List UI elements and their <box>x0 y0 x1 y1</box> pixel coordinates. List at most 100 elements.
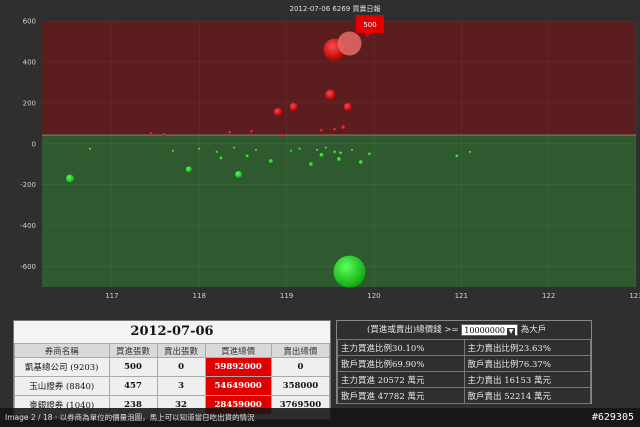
y-tick-label: -200 <box>20 181 36 189</box>
summary-cell: 主力賣出 16153 萬元 <box>463 371 591 388</box>
x-tick-label: 120 <box>367 292 380 300</box>
y-tick-label: -600 <box>20 263 36 271</box>
col-header-buy-total: 買進總價 <box>204 343 272 358</box>
sell-bubble[interactable] <box>358 160 363 165</box>
sell-bubble[interactable] <box>219 156 223 160</box>
y-tick-label: 600 <box>23 18 36 26</box>
x-tick-label: 117 <box>105 292 118 300</box>
x-axis: 117 118 119 120 121 122 123 <box>105 292 640 300</box>
chart-svg: 2012-07-06 6269 買賣日報 600 400 200 0 -200 -400 -… <box>20 4 640 300</box>
x-tick-label: 118 <box>193 292 206 300</box>
y-tick-label: 0 <box>32 140 36 148</box>
buy-bubble[interactable] <box>341 125 346 130</box>
broker-table-header: 券商名稱 買進張數 賣出張數 買進總價 賣出總價 <box>14 343 330 358</box>
y-axis: 600 400 200 0 -200 -400 -600 <box>20 18 36 272</box>
buy-bubble[interactable] <box>149 132 153 136</box>
sell-bubble[interactable] <box>289 149 293 153</box>
x-tick-label: 122 <box>542 292 555 300</box>
buy-bubble[interactable] <box>162 133 166 137</box>
buy-qty: 500 <box>108 357 158 377</box>
col-header-sell-total: 賣出總價 <box>270 343 330 358</box>
broker-table-panel: 2012-07-06 券商名稱 買進張數 賣出張數 買進總價 賣出總價 凱基總公… <box>13 320 331 420</box>
buy-bubble[interactable] <box>320 128 324 132</box>
buy-total: 54649000 <box>204 376 272 396</box>
buy-bubble[interactable] <box>250 129 254 133</box>
buy-bubble[interactable] <box>337 31 362 56</box>
broker-name: 玉山證券 (8840) <box>14 376 110 396</box>
sell-bubble[interactable] <box>298 147 301 151</box>
chevron-down-icon: ▼ <box>507 327 516 336</box>
threshold-prefix: (買進或賣出)總價錢 >= <box>367 325 459 335</box>
summary-cell: 散戶賣出 52214 萬元 <box>463 387 591 404</box>
sell-qty: 3 <box>156 376 206 396</box>
sell-bubble[interactable] <box>88 147 92 151</box>
buy-total: 59892000 <box>204 357 272 377</box>
summary-cell: 散戶買進比例69.90% <box>337 355 465 372</box>
sell-bubble[interactable] <box>333 150 337 154</box>
image-caption: Image 2 / 18 · 以券商為單位的價量泡圖，馬上可以知道當日吃出貨的情… <box>5 413 255 422</box>
sell-bubble[interactable] <box>245 154 249 158</box>
tooltip-value: 500 <box>363 21 376 29</box>
y-tick-label: 400 <box>23 58 36 66</box>
buy-bubble[interactable] <box>228 131 232 135</box>
sell-bubble[interactable] <box>319 153 324 158</box>
broker-table-date: 2012-07-06 <box>14 321 330 343</box>
sell-bubble[interactable] <box>65 174 74 183</box>
threshold-suffix: 為大戶 <box>520 325 547 335</box>
buy-bubble[interactable] <box>343 102 352 111</box>
sell-qty: 0 <box>156 357 206 377</box>
summary-cell: 散戶買進 47782 萬元 <box>337 387 465 404</box>
sell-bubble[interactable] <box>339 151 343 155</box>
sell-total: 0 <box>270 357 330 377</box>
sell-bubble[interactable] <box>468 150 472 154</box>
threshold-select[interactable]: 10000000 ▼ <box>461 323 519 336</box>
sell-bubble[interactable] <box>171 149 175 153</box>
summary-cell: 主力買進 20572 萬元 <box>337 371 465 388</box>
x-tick-label: 121 <box>455 292 468 300</box>
summary-header: (買進或賣出)總價錢 >= 10000000 ▼ 為大戶 <box>337 321 591 339</box>
threshold-value: 10000000 <box>464 325 506 335</box>
summary-row: 主力買進比例30.10% 主力賣出比例23.63% <box>337 339 591 356</box>
sell-bubble[interactable] <box>232 146 236 150</box>
buy-bubble[interactable] <box>273 108 282 117</box>
buy-bubble[interactable] <box>333 127 337 131</box>
col-header-buy-qty: 買進張數 <box>108 343 158 358</box>
sell-bubble[interactable] <box>368 152 372 156</box>
summary-table: 主力買進比例30.10% 主力賣出比例23.63% 散戶買進比例69.90% 散… <box>337 339 591 404</box>
buy-qty: 457 <box>108 376 158 396</box>
summary-panel: (買進或賣出)總價錢 >= 10000000 ▼ 為大戶 主力買進比例30.10%… <box>336 320 592 404</box>
sell-bubble[interactable] <box>455 154 459 158</box>
x-tick-label: 119 <box>280 292 293 300</box>
y-tick-label: -400 <box>20 222 36 230</box>
chart-title: 2012-07-06 6269 買賣日報 <box>290 4 381 13</box>
col-header-broker: 券商名稱 <box>14 343 110 358</box>
summary-cell: 主力賣出比例23.63% <box>463 339 591 356</box>
summary-cell: 散戶賣出比例76.37% <box>463 355 591 372</box>
summary-row: 散戶買進比例69.90% 散戶賣出比例76.37% <box>337 355 591 372</box>
sell-bubble[interactable] <box>309 162 314 167</box>
sell-bubble[interactable] <box>235 170 243 178</box>
col-header-sell-qty: 賣出張數 <box>156 343 206 358</box>
sell-bubble[interactable] <box>337 157 341 162</box>
sell-bubble[interactable] <box>315 148 319 152</box>
buy-bubble[interactable] <box>325 89 336 100</box>
sell-total: 358000 <box>270 376 330 396</box>
sell-bubble[interactable] <box>333 255 366 288</box>
buy-bubble[interactable] <box>280 134 284 138</box>
table-row[interactable]: 凱基總公司 (9203) 500 0 59892000 0 <box>14 357 330 377</box>
sell-bubble[interactable] <box>198 147 201 151</box>
sell-bubble[interactable] <box>215 150 218 154</box>
sell-bubble[interactable] <box>254 148 258 152</box>
table-row[interactable]: 玉山證券 (8840) 457 3 54649000 358000 <box>14 376 330 396</box>
x-tick-label: 123 <box>629 292 640 300</box>
broker-name: 凱基總公司 (9203) <box>14 357 110 377</box>
buy-bubble[interactable] <box>289 102 298 111</box>
status-bar: Image 2 / 18 · 以券商為單位的價量泡圖，馬上可以知道當日吃出貨的情… <box>0 408 640 427</box>
summary-cell: 主力買進比例30.10% <box>337 339 465 356</box>
broker-table: 券商名稱 買進張數 賣出張數 買進總價 賣出總價 凱基總公司 (9203) 50… <box>14 343 330 415</box>
bubble-chart: 2012-07-06 6269 買賣日報 600 400 200 0 -200 -400 -… <box>0 0 640 305</box>
sell-bubble[interactable] <box>350 148 354 152</box>
sell-bubble[interactable] <box>268 159 273 164</box>
sell-bubble[interactable] <box>185 166 192 173</box>
sell-bubble[interactable] <box>324 146 328 150</box>
